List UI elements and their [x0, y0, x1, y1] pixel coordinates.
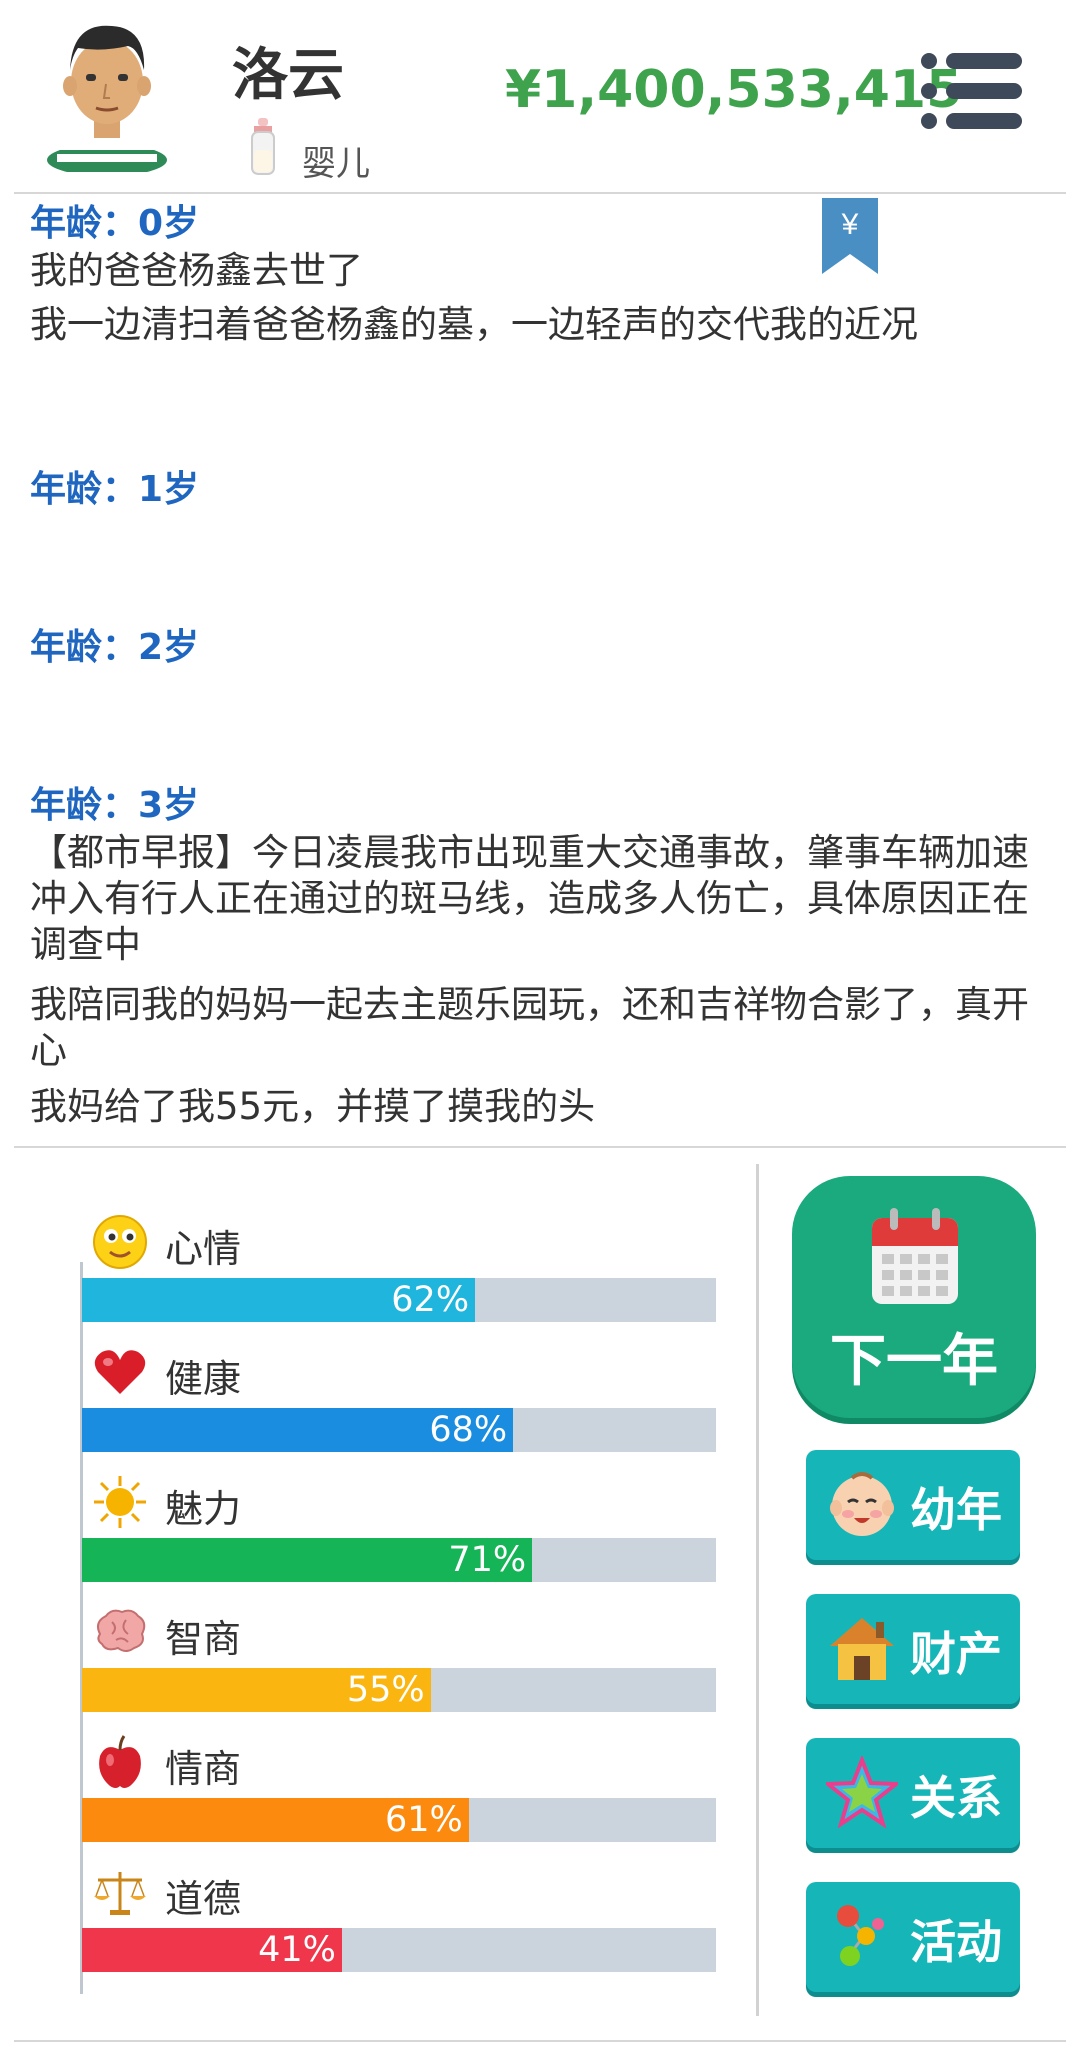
stat-bar-fill: 68%: [82, 1408, 514, 1452]
baby-face-icon: [830, 1472, 894, 1536]
footer-divider: [14, 2040, 1066, 2042]
life-stage-label: 婴儿: [302, 144, 370, 184]
stat-bar-fill: 61%: [82, 1798, 469, 1842]
property-button[interactable]: 财产: [806, 1594, 1020, 1704]
age-heading: 年龄：3岁: [30, 785, 200, 826]
stat-percent: 68%: [429, 1410, 508, 1450]
activities-button[interactable]: 活动: [806, 1882, 1020, 1992]
stat-label: 情商: [165, 1747, 242, 1791]
age-heading: 年龄：1岁: [30, 469, 200, 510]
stat-bar: 62%: [82, 1278, 716, 1322]
log-line: 我陪同我的妈妈一起去主题乐园玩，还和吉祥物合影了，真开心: [30, 983, 1029, 1072]
smile-face-icon: [93, 1215, 147, 1269]
avatar[interactable]: [42, 12, 172, 172]
profile-header: 洛云 婴儿 ¥1,400,533,415: [0, 0, 1080, 192]
molecule-icon: [837, 1905, 884, 1966]
baby-bottle-icon: [251, 118, 275, 175]
stat-label: 心情: [165, 1227, 242, 1271]
side-button-label: 关系: [910, 1771, 1002, 1825]
stat-bar: 68%: [82, 1408, 716, 1452]
menu-icon[interactable]: [920, 52, 1024, 130]
money-display: ¥1,400,533,415: [505, 60, 963, 120]
age-heading: 年龄：2岁: [30, 627, 200, 668]
side-button-label: 幼年: [910, 1483, 1002, 1537]
player-name: 洛云: [232, 43, 344, 108]
stat-label: 智商: [165, 1617, 242, 1661]
stat-bar: 61%: [82, 1798, 716, 1842]
log-line: 【都市早报】今日凌晨我市出现重大交通事故，肇事车辆加速冲入有行人正在通过的斑马线…: [30, 831, 1029, 966]
event-log[interactable]: 年龄：0岁 ¥ 我的爸爸杨鑫去世了 我一边清扫着爸爸杨鑫的墓，一边轻声的交代我的…: [30, 192, 1050, 1142]
stat-bar-fill: 71%: [82, 1538, 533, 1582]
age-heading: 年龄：0岁: [30, 203, 200, 244]
brain-icon: [97, 1609, 146, 1652]
stat-label: 道德: [165, 1877, 242, 1921]
stat-percent: 71%: [448, 1540, 527, 1580]
side-button-label: 财产: [910, 1627, 1002, 1681]
stat-label: 健康: [165, 1357, 242, 1401]
log-line: 我的爸爸杨鑫去世了: [30, 249, 363, 292]
log-divider: [14, 1146, 1066, 1148]
house-icon: [830, 1618, 894, 1680]
stat-bar-fill: 41%: [82, 1928, 342, 1972]
stat-label: 魅力: [165, 1487, 242, 1531]
stat-bar: 55%: [82, 1668, 716, 1712]
stats-panel: 心情 62% 健康 68% 魅力 71% 智商 55% 情商 61% 道德 41…: [0, 1160, 760, 2020]
sun-icon: [94, 1476, 146, 1528]
star-icon: [826, 1756, 898, 1828]
relationships-button[interactable]: 关系: [806, 1738, 1020, 1848]
stat-bar-fill: 55%: [82, 1668, 431, 1712]
stat-bar: 41%: [82, 1928, 716, 1972]
bookmark-symbol: ¥: [841, 208, 859, 241]
stat-percent: 62%: [391, 1280, 470, 1320]
scales-icon: [94, 1872, 146, 1915]
stat-bar: 71%: [82, 1538, 716, 1582]
stat-percent: 55%: [346, 1670, 425, 1710]
next-year-button[interactable]: 下一年: [792, 1176, 1036, 1418]
log-line: 我一边清扫着爸爸杨鑫的墓，一边轻声的交代我的近况: [30, 303, 918, 346]
heart-icon: [94, 1350, 146, 1394]
apple-icon: [99, 1735, 141, 1788]
stat-bar-fill: 62%: [82, 1278, 476, 1322]
next-year-label: 下一年: [830, 1329, 998, 1394]
log-line: 我妈给了我55元，并摸了摸我的头: [30, 1085, 596, 1128]
calendar-icon: [872, 1208, 958, 1304]
side-button-label: 活动: [910, 1915, 1002, 1969]
stat-percent: 41%: [258, 1930, 336, 1970]
childhood-button[interactable]: 幼年: [806, 1450, 1020, 1560]
stat-percent: 61%: [384, 1800, 463, 1840]
